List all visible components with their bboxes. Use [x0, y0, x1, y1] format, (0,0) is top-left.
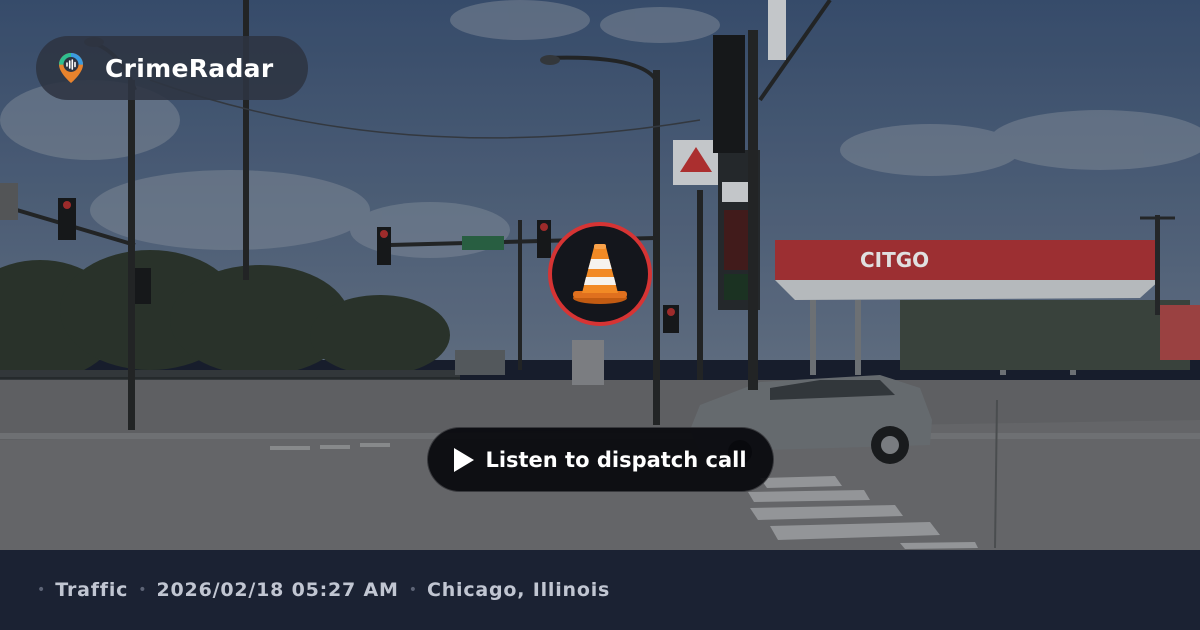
brand-pill[interactable]: CrimeRadar — [36, 36, 308, 100]
brand-name: CrimeRadar — [105, 53, 274, 83]
incident-location: Chicago, Illinois — [426, 579, 611, 601]
play-icon — [454, 447, 475, 472]
traffic-cone-icon — [573, 244, 627, 304]
separator-dot: • — [408, 582, 417, 598]
incident-meta-bar: • Traffic • 2026/02/18 05:27 AM • Chicag… — [0, 550, 1200, 630]
separator-dot: • — [37, 582, 46, 598]
separator-dot: • — [138, 582, 147, 598]
incident-category-badge — [548, 222, 652, 326]
radar-pin-icon — [59, 53, 83, 83]
listen-button-label: Listen to dispatch call — [485, 447, 747, 472]
listen-dispatch-button[interactable]: Listen to dispatch call — [427, 427, 774, 492]
incident-category: Traffic — [55, 579, 129, 601]
incident-datetime: 2026/02/18 05:27 AM — [156, 579, 399, 601]
